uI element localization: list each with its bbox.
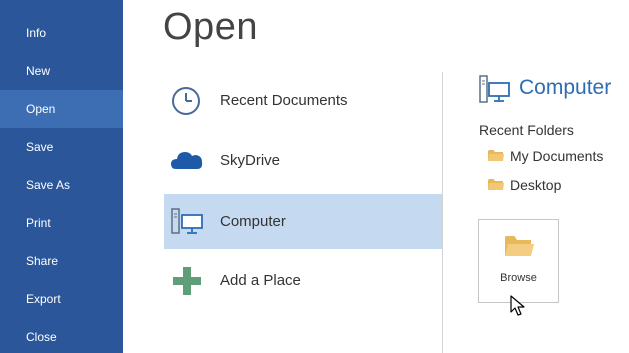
- panel-divider: [442, 72, 443, 353]
- sidebar-item-open[interactable]: Open: [0, 90, 123, 128]
- backstage-sidebar: Info New Open Save Save As Print Share E…: [0, 0, 123, 353]
- place-computer[interactable]: Computer: [164, 194, 442, 249]
- location-title: Computer: [519, 76, 612, 99]
- recent-folders-heading: Recent Folders: [479, 122, 574, 138]
- sidebar-item-save[interactable]: Save: [0, 128, 123, 166]
- place-recent-documents[interactable]: Recent Documents: [164, 73, 442, 128]
- folder-label: Desktop: [510, 177, 562, 193]
- browse-button[interactable]: Browse: [478, 219, 559, 303]
- place-skydrive[interactable]: SkyDrive: [164, 133, 442, 188]
- page-title: Open: [163, 6, 258, 48]
- folder-label: My Documents: [510, 148, 604, 164]
- backstage-open-view: Info New Open Save Save As Print Share E…: [0, 0, 629, 353]
- sidebar-item-print[interactable]: Print: [0, 204, 123, 242]
- sidebar-item-close[interactable]: Close: [0, 318, 123, 353]
- folder-icon: [488, 179, 504, 190]
- clock-icon: [172, 87, 200, 115]
- place-label: Recent Documents: [220, 92, 348, 109]
- sidebar-item-share[interactable]: Share: [0, 242, 123, 280]
- place-label: Computer: [220, 213, 286, 230]
- open-folder-icon: [505, 236, 534, 256]
- plus-icon: [173, 267, 201, 295]
- sidebar-item-export[interactable]: Export: [0, 280, 123, 318]
- place-add-a-place[interactable]: Add a Place: [164, 253, 442, 308]
- sidebar-item-save-as[interactable]: Save As: [0, 166, 123, 204]
- sidebar-item-info[interactable]: Info: [0, 14, 123, 52]
- browse-label: Browse: [500, 272, 537, 284]
- place-label: Add a Place: [220, 272, 301, 289]
- cloud-icon: [171, 152, 203, 169]
- computer-icon: [479, 75, 510, 103]
- folder-icon: [488, 150, 504, 161]
- place-label: SkyDrive: [220, 152, 281, 169]
- computer-icon: [171, 208, 203, 234]
- sidebar-item-new[interactable]: New: [0, 52, 123, 90]
